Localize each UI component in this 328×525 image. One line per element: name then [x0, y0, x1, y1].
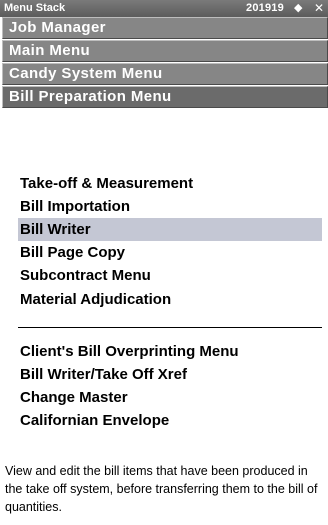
menu-item-subcontract-menu[interactable]: Subcontract Menu — [18, 264, 322, 287]
menu-item-bill-importation[interactable]: Bill Importation — [18, 195, 322, 218]
close-icon[interactable]: ✕ — [314, 1, 324, 15]
menu-code: 201919 — [246, 2, 284, 14]
menu-divider — [18, 327, 322, 328]
menu-item-bill-writer-take-off-xref[interactable]: Bill Writer/Take Off Xref — [18, 363, 322, 386]
left-arrow-icon[interactable]: ◆ — [294, 1, 302, 14]
menu-item-bill-page-copy[interactable]: Bill Page Copy — [18, 241, 322, 264]
menu-item-material-adjudication[interactable]: Material Adjudication — [18, 288, 322, 311]
menu-item-take-off-measurement[interactable]: Take-off & Measurement — [18, 172, 322, 195]
stack-item-candy-system-menu[interactable]: Candy System Menu — [2, 63, 328, 85]
menu-item-californian-envelope[interactable]: Californian Envelope — [18, 409, 322, 432]
stack-item-main-menu[interactable]: Main Menu — [2, 40, 328, 62]
stack-item-bill-preparation-menu[interactable]: Bill Preparation Menu — [2, 86, 328, 108]
menu-item-change-master[interactable]: Change Master — [18, 386, 322, 409]
window-title: Menu Stack — [4, 2, 66, 14]
stack-item-job-manager[interactable]: Job Manager — [2, 17, 328, 39]
titlebar: Menu Stack 201919 ◆ ✕ — [0, 0, 328, 17]
menu-item-clients-bill-overprinting[interactable]: Client's Bill Overprinting Menu — [18, 340, 322, 363]
menu-item-bill-writer[interactable]: Bill Writer — [18, 218, 322, 241]
item-description: View and edit the bill items that have b… — [5, 464, 318, 514]
